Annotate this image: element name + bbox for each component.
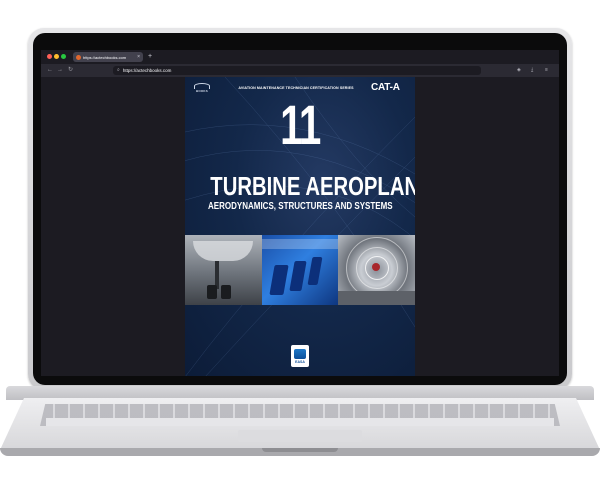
download-icon[interactable]: ⤓: [531, 66, 533, 75]
maximize-window-icon[interactable]: [61, 54, 66, 59]
menu-icon[interactable]: ≡: [545, 66, 548, 75]
book-cover[interactable]: BOOKS AVIATION MAINTENANCE TECHNICIAN CE…: [185, 77, 415, 376]
browser-window: https://actechbooks.com × + ← → ↻ ⌕ http…: [41, 50, 559, 376]
laptop-trackpad: [238, 430, 362, 442]
laptop-hinge: [6, 386, 594, 400]
minimize-window-icon[interactable]: [54, 54, 59, 59]
laptop-keyboard-spacer: [46, 418, 554, 426]
easa-badge: EASA: [291, 345, 309, 367]
book-subtitle: AERODYNAMICS, STRUCTURES AND SYSTEMS: [208, 201, 393, 212]
reload-icon[interactable]: ↻: [68, 66, 73, 75]
cabin-seats-photo: [261, 235, 339, 305]
tab-bar: https://actechbooks.com × +: [41, 50, 559, 64]
landing-gear-photo: [185, 235, 262, 305]
navigation-bar: ← → ↻ ⌕ https://actechbooks.com ◈ ⤓ ≡: [41, 64, 559, 77]
easa-plane-icon: [294, 348, 306, 359]
tab-title: https://actechbooks.com: [83, 54, 127, 60]
cover-photo-strip: [185, 235, 415, 305]
category-label: CAT-A: [371, 82, 400, 93]
search-icon: ⌕: [117, 67, 120, 73]
series-title: AVIATION MAINTENANCE TECHNICIAN CERTIFIC…: [238, 86, 354, 90]
close-window-icon[interactable]: [47, 54, 52, 59]
book-title: TURBINE AEROPLANE: [210, 171, 415, 201]
address-bar-url: https://actechbooks.com: [122, 68, 172, 73]
publisher-logo-text: BOOKS: [195, 89, 208, 93]
site-favicon-icon: [76, 54, 81, 60]
new-tab-button[interactable]: +: [148, 52, 152, 62]
laptop-opening-notch: [262, 448, 338, 452]
page-viewport: BOOKS AVIATION MAINTENANCE TECHNICIAN CE…: [41, 77, 559, 376]
fuselage-interior-photo: [338, 235, 415, 305]
back-arrow-icon[interactable]: ←: [47, 66, 53, 75]
tab-close-icon[interactable]: ×: [137, 54, 140, 60]
browser-tab[interactable]: https://actechbooks.com ×: [73, 52, 143, 62]
forward-arrow-icon[interactable]: →: [57, 66, 63, 75]
publisher-logo: BOOKS: [191, 83, 213, 94]
shield-icon[interactable]: ◈: [517, 66, 521, 75]
easa-badge-label: EASA: [295, 359, 305, 364]
module-number: 11: [280, 93, 321, 156]
address-bar[interactable]: ⌕ https://actechbooks.com: [113, 66, 481, 75]
